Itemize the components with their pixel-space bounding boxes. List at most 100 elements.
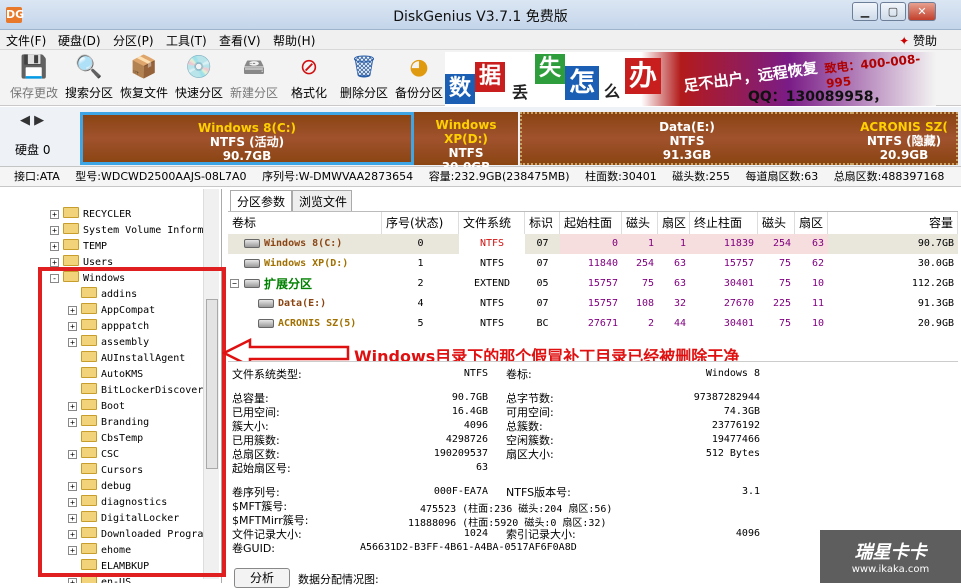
index-size-label: 索引记录大小:: [506, 528, 576, 541]
drive-icon: 🖴: [242, 55, 266, 80]
disk-label: 硬盘 0: [15, 143, 51, 157]
table-cell: 27671: [587, 318, 618, 329]
maximize-button[interactable]: ▢: [880, 2, 906, 21]
tree-expander-icon[interactable]: +: [68, 578, 77, 583]
table-column-header[interactable]: 卷标: [228, 212, 382, 234]
partition-block-d[interactable]: Windows XP(D:) NTFS 30.0GB: [414, 112, 518, 174]
ad-banner[interactable]: 数 据 丢 失 怎 么 办 足不出户，远程恢复 致电：400-008-995 Q…: [445, 52, 936, 106]
tree-expander-icon[interactable]: +: [50, 242, 59, 251]
analyze-button[interactable]: 分析: [234, 568, 290, 588]
table-cell: NTFS: [479, 298, 505, 309]
partition-block-acronis[interactable]: ACRONIS SZ( NTFS (隐藏) 20.9GB: [852, 112, 958, 165]
table-row[interactable]: Windows XP(D:) 1 NTFS 07 11840 254 63 15757 75 62…: [228, 254, 958, 274]
ad-char-tile: 数: [445, 74, 475, 104]
table-row[interactable]: ACRONIS SZ(5) 5 NTFS BC 27671 2 44 30401 75 10 20.…: [228, 314, 958, 334]
table-cell: 15757: [587, 278, 618, 289]
title-bar: DG DiskGenius V3.7.1 免费版 ▁ ▢ ✕: [0, 0, 961, 30]
recover-box-icon: 📦: [130, 55, 158, 80]
partition-block-c[interactable]: Windows 8(C:) NTFS (活动) 90.7GB: [80, 112, 414, 165]
tree-expander-icon[interactable]: +: [50, 210, 59, 219]
disk-nav[interactable]: ◀ ▶: [20, 113, 44, 128]
tree-expander-icon[interactable]: +: [50, 258, 59, 267]
table-cell: 11: [811, 298, 824, 309]
menu-help[interactable]: 帮助(H): [273, 32, 315, 49]
recover-files-button[interactable]: 📦 恢复文件: [116, 52, 172, 104]
table-cell: 07: [536, 258, 549, 269]
tree-item[interactable]: + RECYCLER: [50, 207, 131, 223]
partition-name: Data(E:): [659, 120, 715, 134]
partition-fs: NTFS (活动): [209, 135, 285, 149]
menu-view[interactable]: 查看(V): [219, 32, 261, 49]
extended-partition-icon: [244, 279, 260, 288]
search-partition-button[interactable]: 🔍 搜索分区: [61, 52, 117, 104]
table-cell: 30.0GB: [917, 258, 954, 269]
partition-size: 90.7GB: [222, 149, 272, 163]
table-cell: 1: [622, 234, 658, 254]
tree-item-label: System Volume Inform: [83, 225, 204, 236]
partition-block-e[interactable]: Data(E:) NTFS 91.3GB: [520, 112, 852, 165]
prev-disk-icon[interactable]: ◀: [20, 113, 30, 128]
table-column-header[interactable]: 磁头: [622, 212, 658, 234]
save-icon: 💾: [20, 55, 48, 80]
close-button[interactable]: ✕: [908, 2, 936, 21]
table-cell: NTFS: [479, 258, 505, 269]
table-cell: 254: [635, 258, 654, 269]
table-row[interactable]: Data(E:) 4 NTFS 07 15757 108 32 27670 225 11 91.3G…: [228, 294, 958, 314]
table-cell: 44: [673, 318, 686, 329]
trash-icon: 🗑: [350, 55, 378, 80]
table-cell: 63: [795, 234, 828, 254]
disk-map-bar: ◀ ▶ 硬盘 0 Windows 8(C:) NTFS (活动) 90.7GB …: [0, 107, 961, 174]
tab-partition-params[interactable]: 分区参数: [230, 190, 292, 211]
table-column-header[interactable]: 容量: [828, 212, 958, 234]
table-cell: 63: [673, 278, 686, 289]
menu-file[interactable]: 文件(F): [6, 32, 46, 49]
tree-expander-icon[interactable]: +: [50, 226, 59, 235]
partition-fs: NTFS: [669, 134, 705, 148]
window-title: DiskGenius V3.7.1 免费版: [393, 9, 568, 25]
table-cell: 07: [536, 238, 549, 249]
table-column-header[interactable]: 终止柱面: [690, 212, 758, 234]
total-bytes-value: 97387282944: [693, 392, 760, 403]
table-column-header[interactable]: 文件系统: [459, 212, 525, 234]
save-changes-button[interactable]: 💾 保存更改: [6, 52, 62, 104]
table-column-header[interactable]: 扇区: [795, 212, 828, 234]
new-partition-button[interactable]: 🖴 新建分区: [226, 52, 282, 104]
disk-blue-icon: 💿: [185, 55, 213, 80]
table-cell: 225: [772, 298, 791, 309]
table-column-header[interactable]: 序号(状态): [382, 212, 459, 234]
menu-disk[interactable]: 硬盘(D): [58, 32, 101, 49]
table-cell: 20.9GB: [917, 318, 954, 329]
delete-partition-button[interactable]: 🗑 删除分区: [336, 52, 392, 104]
partition-name: Windows 8(C:): [197, 121, 297, 135]
ad-qq: QQ：130089958，24337894: [748, 89, 888, 105]
table-column-header[interactable]: 磁头: [758, 212, 795, 234]
tree-item[interactable]: + System Volume Inform: [50, 223, 203, 239]
backup-partition-button[interactable]: ◕ 备份分区: [391, 52, 447, 104]
sponsor-link[interactable]: ✦ 赞助: [899, 32, 937, 49]
quick-partition-button[interactable]: 💿 快速分区: [171, 52, 227, 104]
minimize-button[interactable]: ▁: [852, 2, 878, 21]
table-row[interactable]: 扩展分区 2 EXTEND 05 15757 75 63 30401 75 10 112.2GB −: [228, 274, 958, 294]
table-cell: NTFS: [479, 318, 505, 329]
table-column-header[interactable]: 标识: [525, 212, 560, 234]
collapse-expander-icon[interactable]: −: [230, 279, 239, 288]
table-cell: 108: [635, 298, 654, 309]
table-row[interactable]: Windows 8(C:) 0 NTFS 07 0 1 1 11839 254 63 90.7GB: [228, 234, 958, 254]
folder-icon: [63, 223, 79, 234]
table-cell: 30401: [723, 278, 754, 289]
tab-browse-files[interactable]: 浏览文件: [292, 190, 352, 211]
format-button[interactable]: ⊘ 格式化: [281, 52, 337, 104]
tree-item[interactable]: + TEMP: [50, 239, 107, 255]
backup-pie-icon: ◕: [409, 55, 429, 80]
watermark-url: www.ikaka.com: [851, 564, 930, 575]
disk-cylinders: 柱面数:30401: [585, 170, 657, 183]
table-column-header[interactable]: 起始柱面: [560, 212, 622, 234]
next-disk-icon[interactable]: ▶: [34, 113, 44, 128]
folder-icon: [63, 239, 79, 250]
table-column-header[interactable]: 扇区: [658, 212, 690, 234]
volume-label-value: Windows 8: [705, 368, 760, 379]
ad-char-tile: 丢: [505, 78, 535, 106]
menu-partition[interactable]: 分区(P): [113, 32, 154, 49]
table-cell: Data(E:): [278, 298, 327, 309]
menu-tools[interactable]: 工具(T): [166, 32, 207, 49]
